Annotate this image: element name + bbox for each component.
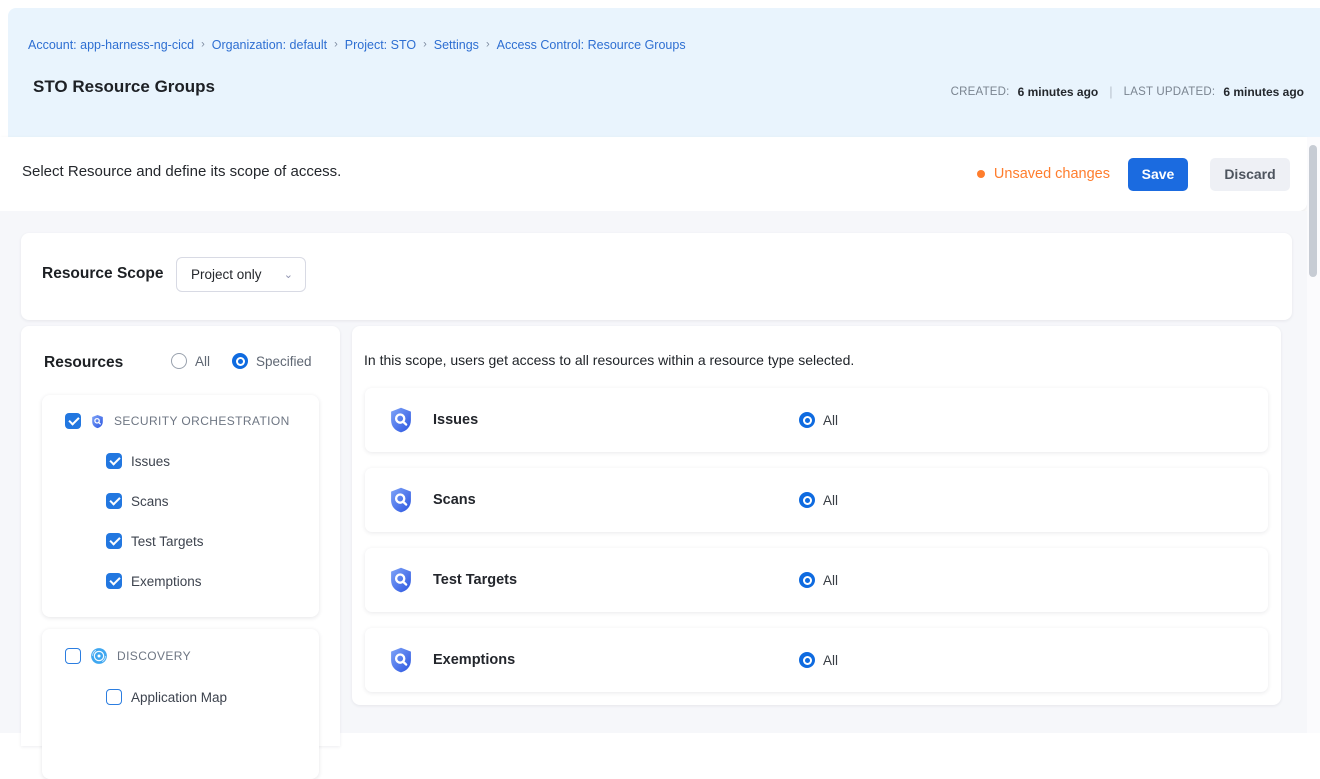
resource-row-issues: Issues All [365, 388, 1268, 452]
resource-scope-card: Resource Scope Project only ⌄ [21, 233, 1292, 320]
resource-scope-select[interactable]: Project only ⌄ [176, 257, 306, 292]
breadcrumb-separator-icon: › [423, 39, 427, 51]
resource-row-scans: Scans All [365, 468, 1268, 532]
last-updated-label: LAST UPDATED: [1124, 86, 1216, 98]
checkbox-label: Scans [131, 494, 169, 509]
breadcrumb-separator-icon: › [334, 39, 338, 51]
chevron-down-icon: ⌄ [284, 268, 293, 281]
access-radio-all[interactable]: All [799, 492, 838, 508]
radio-selected-icon [799, 412, 815, 428]
resource-row-test-targets: Test Targets All [365, 548, 1268, 612]
radio-selected-icon [799, 492, 815, 508]
sto-shield-icon [387, 486, 415, 514]
sto-shield-icon [387, 646, 415, 674]
action-toolbar: Select Resource and define its scope of … [0, 137, 1307, 211]
page-title: STO Resource Groups [33, 77, 215, 97]
resource-row-title: Exemptions [433, 652, 733, 668]
discovery-checkbox[interactable] [65, 648, 81, 664]
radio-selected-icon [799, 572, 815, 588]
breadcrumb-separator-icon: › [486, 39, 490, 51]
issues-checkbox[interactable] [106, 453, 122, 469]
resource-row-title: Scans [433, 492, 733, 508]
group-security-orchestration: SECURITY ORCHESTRATION Issues Scans Test… [42, 395, 319, 617]
resource-access-panel: In this scope, users get access to all r… [352, 326, 1281, 705]
last-updated-value: 6 minutes ago [1223, 85, 1304, 99]
resource-row-title: Issues [433, 412, 733, 428]
checkbox-item-test-targets[interactable]: Test Targets [106, 533, 319, 549]
scrollbar-thumb[interactable] [1309, 145, 1317, 277]
discard-button[interactable]: Discard [1210, 158, 1290, 191]
resources-panel: Resources All Specified SECURITY ORCHEST… [21, 326, 340, 746]
access-radio-label: All [823, 653, 838, 668]
breadcrumb-project[interactable]: Project: STO [345, 38, 416, 52]
discovery-icon [90, 647, 108, 665]
scans-checkbox[interactable] [106, 493, 122, 509]
access-radio-all[interactable]: All [799, 652, 838, 668]
meta-divider: | [1106, 84, 1115, 99]
save-button[interactable]: Save [1128, 158, 1188, 191]
breadcrumb-access-control[interactable]: Access Control: Resource Groups [497, 38, 686, 52]
sto-shield-icon [90, 414, 105, 429]
breadcrumb-separator-icon: › [201, 39, 205, 51]
access-radio-all[interactable]: All [799, 572, 838, 588]
breadcrumb: Account: app-harness-ng-cicd › Organizat… [28, 38, 686, 52]
resource-row-title: Test Targets [433, 572, 733, 588]
group-discovery: DISCOVERY Application Map [42, 629, 319, 779]
access-radio-label: All [823, 413, 838, 428]
created-updated-meta: CREATED: 6 minutes ago | LAST UPDATED: 6… [951, 84, 1304, 99]
checkbox-label: Application Map [131, 690, 227, 705]
radio-option-all[interactable]: All [171, 353, 210, 369]
resource-row-exemptions: Exemptions All [365, 628, 1268, 692]
checkbox-item-exemptions[interactable]: Exemptions [106, 573, 319, 589]
exemptions-checkbox[interactable] [106, 573, 122, 589]
checkbox-item-application-map[interactable]: Application Map [106, 689, 319, 705]
breadcrumb-settings[interactable]: Settings [434, 38, 479, 52]
access-radio-all[interactable]: All [799, 412, 838, 428]
breadcrumb-account[interactable]: Account: app-harness-ng-cicd [28, 38, 194, 52]
access-radio-label: All [823, 493, 838, 508]
resource-scope-value: Project only [191, 267, 262, 282]
radio-selected-icon [799, 652, 815, 668]
checkbox-item-scans[interactable]: Scans [106, 493, 319, 509]
resource-scope-label: Resource Scope [42, 265, 163, 283]
sto-shield-icon [387, 566, 415, 594]
created-label: CREATED: [951, 86, 1010, 98]
resources-title: Resources [44, 354, 123, 372]
test-targets-checkbox[interactable] [106, 533, 122, 549]
checkbox-label: Test Targets [131, 534, 204, 549]
checkbox-item-issues[interactable]: Issues [106, 453, 319, 469]
toolbar-description: Select Resource and define its scope of … [22, 163, 341, 180]
unsaved-dot-icon [977, 170, 985, 178]
radio-all-label: All [195, 354, 210, 369]
scope-description: In this scope, users get access to all r… [364, 352, 854, 368]
access-radio-label: All [823, 573, 838, 588]
created-value: 6 minutes ago [1018, 85, 1099, 99]
page-header: Account: app-harness-ng-cicd › Organizat… [8, 8, 1320, 137]
unsaved-changes-label: Unsaved changes [994, 166, 1110, 182]
group-label: SECURITY ORCHESTRATION [114, 414, 290, 428]
radio-specified-label: Specified [256, 354, 312, 369]
group-label: DISCOVERY [117, 649, 191, 663]
checkbox-label: Issues [131, 454, 170, 469]
sto-shield-icon [387, 406, 415, 434]
breadcrumb-organization[interactable]: Organization: default [212, 38, 327, 52]
checkbox-label: Exemptions [131, 574, 202, 589]
security-orchestration-checkbox[interactable] [65, 413, 81, 429]
radio-specified-icon [232, 353, 248, 369]
application-map-checkbox[interactable] [106, 689, 122, 705]
radio-option-specified[interactable]: Specified [232, 353, 312, 369]
unsaved-changes-indicator: Unsaved changes [977, 166, 1110, 182]
radio-all-icon [171, 353, 187, 369]
